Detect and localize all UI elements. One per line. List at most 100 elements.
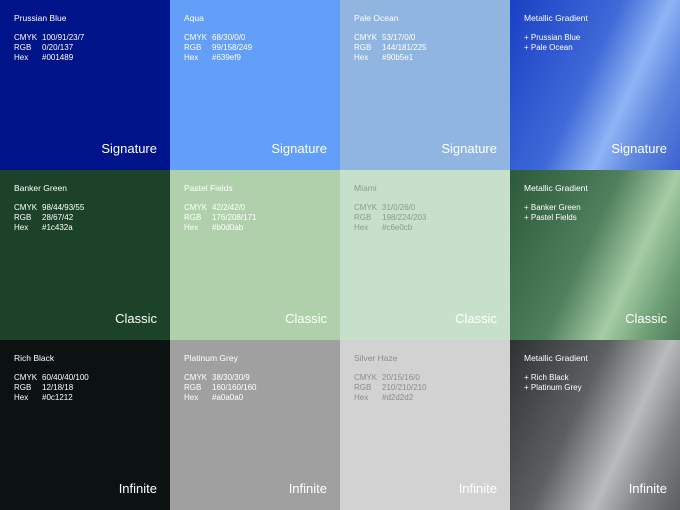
hex-value: #b0d0ab (212, 223, 244, 232)
swatch-specs: CMYK 20/15/16/0 RGB 210/210/210 Hex #d2d2d2 (354, 373, 496, 403)
gradient-mix-item: + Prussian Blue (524, 33, 581, 42)
rgb-value: 0/20/137 (42, 43, 74, 52)
hex-key: Hex (354, 53, 369, 62)
cmyk-value: 38/30/30/9 (212, 373, 250, 382)
cmyk-key: CMYK (14, 203, 38, 212)
swatch-name: Aqua (184, 13, 204, 23)
gradient-mix-item: + Pastel Fields (524, 213, 577, 222)
hex-value: #639ef9 (212, 53, 241, 62)
swatch-platinum-grey: Platinum Grey CMYK 38/30/30/9 RGB 160/160/… (170, 340, 340, 510)
hex-value: #d2d2d2 (382, 393, 414, 402)
swatch-name: Silver Haze (354, 353, 398, 363)
row-label: Classic (115, 311, 157, 326)
cmyk-value: 53/17/0/0 (382, 33, 416, 42)
hex-key: Hex (354, 393, 369, 402)
swatch-specs: CMYK 60/40/40/100 RGB 12/18/18 Hex #0c1212 (14, 373, 156, 403)
swatch-specs: CMYK 38/30/30/9 RGB 160/160/160 Hex #a0a0a0 (184, 373, 326, 403)
hex-key: Hex (184, 53, 199, 62)
swatch-name: Pastel Fields (184, 183, 233, 193)
swatch-name: Prussian Blue (14, 13, 67, 23)
swatch-specs: CMYK 53/17/0/0 RGB 144/181/225 Hex #90b5e1 (354, 33, 496, 63)
swatch-name: Pale Ocean (354, 13, 399, 23)
hex-key: Hex (14, 53, 29, 62)
rgb-key: RGB (184, 213, 202, 222)
swatch-metallic-gradient-blue: Metallic Gradient + Prussian Blue + Pale… (510, 0, 680, 170)
rgb-value: 12/18/18 (42, 383, 74, 392)
rgb-key: RGB (354, 43, 372, 52)
swatch-metallic-gradient-green: Metallic Gradient + Banker Green + Paste… (510, 170, 680, 340)
rgb-key: RGB (14, 383, 32, 392)
swatch-metallic-gradient-grey: Metallic Gradient + Rich Black + Platinu… (510, 340, 680, 510)
cmyk-key: CMYK (14, 33, 38, 42)
row-label: Signature (101, 141, 157, 156)
gradient-mix-item: + Pale Ocean (524, 43, 573, 52)
hex-key: Hex (184, 393, 199, 402)
swatch-name: Metallic Gradient (524, 13, 588, 23)
rgb-value: 198/224/203 (382, 213, 427, 222)
hex-key: Hex (14, 223, 29, 232)
cmyk-key: CMYK (14, 373, 38, 382)
rgb-value: 160/160/160 (212, 383, 257, 392)
cmyk-value: 100/91/23/7 (42, 33, 85, 42)
cmyk-value: 98/44/93/55 (42, 203, 85, 212)
swatch-specs: CMYK 68/30/0/0 RGB 99/158/249 Hex #639ef9 (184, 33, 326, 63)
swatch-name: Banker Green (14, 183, 67, 193)
rgb-key: RGB (14, 43, 32, 52)
swatch-banker-green: Banker Green CMYK 98/44/93/55 RGB 28/67/42… (0, 170, 170, 340)
swatch-aqua: Aqua CMYK 68/30/0/0 RGB 99/158/249 Hex #639… (170, 0, 340, 170)
rgb-key: RGB (14, 213, 32, 222)
row-label: Signature (271, 141, 327, 156)
hex-key: Hex (354, 223, 369, 232)
row-label: Classic (455, 311, 497, 326)
cmyk-key: CMYK (354, 203, 378, 212)
cmyk-key: CMYK (354, 33, 378, 42)
rgb-value: 28/67/42 (42, 213, 74, 222)
cmyk-value: 20/15/16/0 (382, 373, 420, 382)
cmyk-key: CMYK (184, 373, 208, 382)
rgb-key: RGB (354, 383, 372, 392)
swatch-specs: CMYK 42/2/42/0 RGB 176/208/171 Hex #b0d0ab (184, 203, 326, 233)
swatch-name: Metallic Gradient (524, 183, 588, 193)
row-label: Classic (625, 311, 667, 326)
swatch-silver-haze: Silver Haze CMYK 20/15/16/0 RGB 210/210/21… (340, 340, 510, 510)
rgb-key: RGB (354, 213, 372, 222)
swatch-specs: CMYK 98/44/93/55 RGB 28/67/42 Hex #1c432a (14, 203, 156, 233)
cmyk-key: CMYK (184, 33, 208, 42)
cmyk-key: CMYK (354, 373, 378, 382)
gradient-mix-item: + Platinum Grey (524, 383, 582, 392)
gradient-mix-item: + Banker Green (524, 203, 581, 212)
rgb-key: RGB (184, 43, 202, 52)
gradient-mix-item: + Rich Black (524, 373, 569, 382)
hex-key: Hex (14, 393, 29, 402)
hex-value: #001489 (42, 53, 74, 62)
cmyk-value: 42/2/42/0 (212, 203, 246, 212)
rgb-value: 210/210/210 (382, 383, 427, 392)
swatch-specs: CMYK 100/91/23/7 RGB 0/20/137 Hex #001489 (14, 33, 156, 63)
cmyk-key: CMYK (184, 203, 208, 212)
row-label: Infinite (288, 481, 327, 496)
hex-value: #90b5e1 (382, 53, 414, 62)
hex-value: #a0a0a0 (212, 393, 244, 402)
swatch-name: Rich Black (14, 353, 55, 363)
rgb-value: 176/208/171 (212, 213, 257, 222)
swatch-rich-black: Rich Black CMYK 60/40/40/100 RGB 12/18/18 … (0, 340, 170, 510)
row-label: Infinite (118, 481, 157, 496)
swatch-pastel-fields: Pastel Fields CMYK 42/2/42/0 RGB 176/208/1… (170, 170, 340, 340)
swatch-name: Miami (354, 183, 377, 193)
row-label: Signature (441, 141, 497, 156)
hex-value: #c6e0cb (382, 223, 413, 232)
rgb-value: 144/181/225 (382, 43, 427, 52)
swatch-pale-ocean: Pale Ocean CMYK 53/17/0/0 RGB 144/181/225 … (340, 0, 510, 170)
swatch-name: Platinum Grey (184, 353, 238, 363)
row-label: Classic (285, 311, 327, 326)
swatch-name: Metallic Gradient (524, 353, 588, 363)
swatch-specs: CMYK 31/0/26/0 RGB 198/224/203 Hex #c6e0cb (354, 203, 496, 233)
row-label: Infinite (458, 481, 497, 496)
row-label: Signature (611, 141, 667, 156)
hex-value: #0c1212 (42, 393, 73, 402)
cmyk-value: 60/40/40/100 (42, 373, 89, 382)
hex-key: Hex (184, 223, 199, 232)
rgb-key: RGB (184, 383, 202, 392)
rgb-value: 99/158/249 (212, 43, 253, 52)
cmyk-value: 68/30/0/0 (212, 33, 246, 42)
